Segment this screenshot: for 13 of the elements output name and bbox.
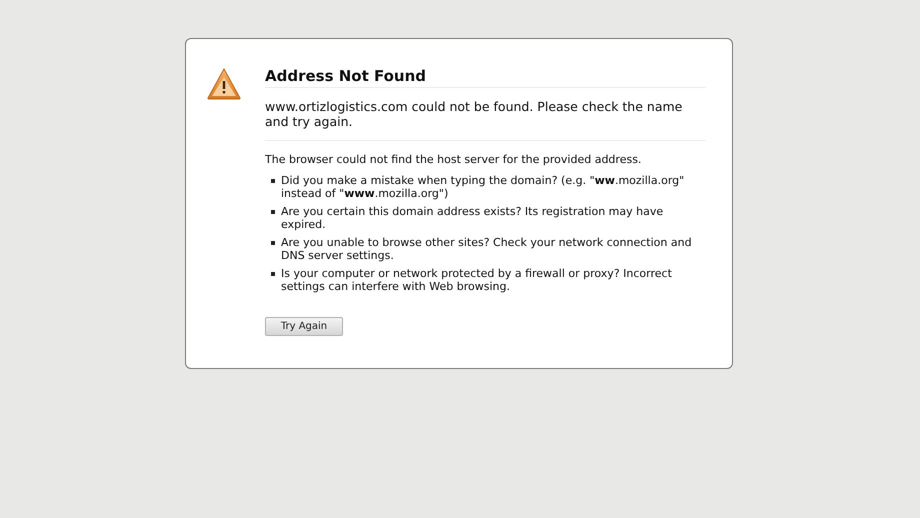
bullet-icon [271,272,275,276]
description-text: The browser could not find the host server for the provided address. [265,153,642,166]
suggestion-text: Did you make a mistake when typing the domain? (e.g. "ww.mozilla.org" instead of "www.mozilla.org") [281,174,686,200]
warning-icon [207,68,241,100]
bullet-icon [271,210,275,214]
suggestion-text: Are you unable to browse other sites? Check your network connection and DNS server settings. [281,236,693,262]
error-message: www.ortizlogistics.com could not be found. Please check the name and try again. [265,88,706,141]
bullet-icon [271,179,275,183]
suggestion-text: Are you certain this domain address exists? Its registration may have expired. [281,205,664,231]
suggestion-text: Is your computer or network protected by a firewall or proxy? Incorrect settings can interfere with Web browsing. [281,267,673,293]
try-again-button[interactable]: Try Again [265,317,343,336]
bullet-icon [271,241,275,245]
page-title: Address Not Found [265,65,706,88]
